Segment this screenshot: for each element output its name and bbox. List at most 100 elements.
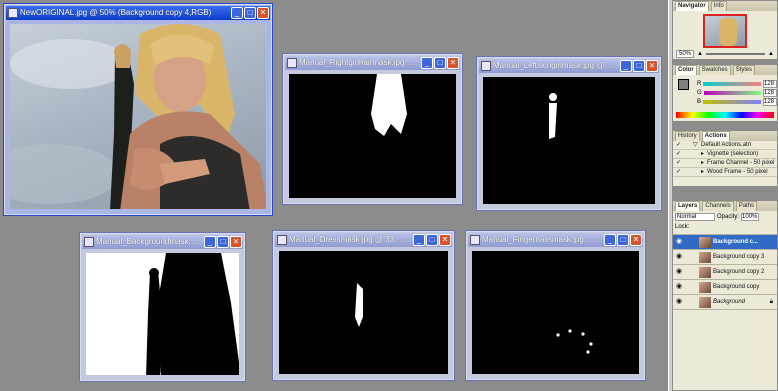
minimize-button[interactable]: _: [620, 60, 632, 72]
title-bar[interactable]: Manual_Fingernailsmask.jpg @ 33.3% (... …: [468, 233, 643, 247]
expand-icon[interactable]: ▸: [701, 168, 704, 176]
layer-row[interactable]: ◉ Background copy 3: [673, 250, 777, 265]
tab-layers[interactable]: Layers: [675, 201, 701, 211]
check-icon[interactable]: ✓: [676, 168, 681, 176]
minimize-button[interactable]: _: [421, 57, 433, 69]
tab-actions[interactable]: Actions: [701, 131, 730, 141]
layer-thumbnail: [699, 267, 711, 278]
layer-row[interactable]: ◉ Background c...: [673, 235, 777, 250]
layer-thumbnail: [699, 282, 711, 293]
zoom-out-icon[interactable]: ▲: [697, 51, 703, 57]
window-hair-mask[interactable]: Manual_Rightgirlhairmask.jpg @ 33.3% (..…: [282, 53, 463, 205]
close-button[interactable]: ✕: [257, 7, 269, 19]
minimize-button[interactable]: _: [204, 236, 216, 248]
mask-canvas[interactable]: [472, 251, 639, 374]
eye-icon[interactable]: ◉: [676, 268, 684, 276]
layer-row[interactable]: ◉ Background copy 2: [673, 265, 777, 280]
tab-info[interactable]: Info: [710, 1, 727, 11]
maximize-button[interactable]: □: [217, 236, 229, 248]
opacity-value[interactable]: 100%: [741, 213, 760, 221]
window-dress-mask[interactable]: Manual_Dressmask.jpg @ 33.3% (RGB) _ □ ✕: [272, 230, 455, 381]
action-item[interactable]: ✓ ▸ Vignette (selection): [673, 150, 777, 159]
close-button[interactable]: ✕: [230, 236, 242, 248]
title-bar[interactable]: Manual_Dressmask.jpg @ 33.3% (RGB) _ □ ✕: [275, 233, 452, 247]
color-ramp[interactable]: [676, 112, 774, 118]
action-item[interactable]: ✓ ▸ Frame Channel - 50 pixel: [673, 159, 777, 168]
layer-row[interactable]: ◉ Background 🔒︎: [673, 295, 777, 310]
maximize-button[interactable]: □: [426, 234, 438, 246]
check-icon[interactable]: ✓: [676, 141, 681, 149]
close-button[interactable]: ✕: [447, 57, 459, 69]
maximize-button[interactable]: □: [617, 234, 629, 246]
color-palette[interactable]: Color Swatches Styles R 128 G 128 B 128: [672, 64, 778, 122]
skin-mask-shape: [549, 93, 557, 139]
r-value[interactable]: 128: [763, 79, 777, 88]
tab-paths[interactable]: Paths: [735, 201, 758, 211]
title-bar[interactable]: Manual_Leftskingirlmask.jpg @ 33.3% (...…: [479, 59, 659, 73]
dress-mask-shape: [355, 283, 363, 327]
window-background-mask[interactable]: Manual_Backgroundmask.jpg @ 33.3% (... _…: [79, 232, 246, 382]
expand-icon[interactable]: ▸: [701, 159, 704, 167]
tab-navigator[interactable]: Navigator: [675, 1, 709, 11]
eye-icon[interactable]: ◉: [676, 238, 684, 246]
minimize-button[interactable]: _: [604, 234, 616, 246]
g-value[interactable]: 128: [763, 88, 777, 97]
zoom-in-icon[interactable]: ▲: [768, 51, 774, 57]
action-item[interactable]: ✓ ▽ Default Actions.atn: [673, 141, 777, 150]
layer-row[interactable]: ◉ Background copy: [673, 280, 777, 295]
zoom-slider[interactable]: [705, 53, 766, 55]
hair-mask-shape: [371, 74, 407, 136]
navigator-palette[interactable]: Navigator Info 50% ▲ ▲: [672, 0, 778, 60]
maximize-button[interactable]: □: [633, 60, 645, 72]
palette-tabs: Layers Channels Paths: [673, 201, 777, 211]
title-bar[interactable]: Manual_Backgroundmask.jpg @ 33.3% (... _…: [82, 235, 243, 249]
eye-icon[interactable]: ◉: [676, 253, 684, 261]
layer-thumbnail: [699, 252, 711, 263]
title-bar[interactable]: NewORIGINAL.jpg @ 50% (Background copy 4…: [6, 6, 270, 20]
opacity-label: Opacity:: [717, 214, 740, 220]
b-label: B: [697, 98, 702, 105]
tab-styles[interactable]: Styles: [732, 65, 756, 75]
window-fingernails-mask[interactable]: Manual_Fingernailsmask.jpg @ 33.3% (... …: [465, 230, 646, 381]
title-bar[interactable]: Manual_Rightgirlhairmask.jpg @ 33.3% (..…: [285, 56, 460, 70]
mask-canvas[interactable]: [279, 251, 448, 374]
minimize-button[interactable]: _: [413, 234, 425, 246]
r-slider[interactable]: [703, 81, 761, 86]
photo-canvas[interactable]: [10, 24, 266, 209]
lock-label: Lock:: [675, 224, 690, 230]
navigator-thumbnail[interactable]: [703, 14, 747, 48]
b-value[interactable]: 128: [763, 97, 777, 106]
close-button[interactable]: ✕: [630, 234, 642, 246]
expand-icon[interactable]: ▸: [701, 150, 704, 158]
r-label: R: [697, 80, 702, 87]
lock-icon: 🔒︎: [769, 299, 773, 305]
tab-color[interactable]: Color: [675, 65, 697, 75]
tab-swatches[interactable]: Swatches: [698, 65, 731, 75]
window-original[interactable]: NewORIGINAL.jpg @ 50% (Background copy 4…: [3, 3, 273, 216]
actions-palette[interactable]: History Actions ✓ ▽ Default Actions.atn ✓ ▸…: [672, 130, 778, 187]
maximize-button[interactable]: □: [244, 7, 256, 19]
mask-canvas[interactable]: [483, 77, 655, 204]
layer-thumbnail: [699, 237, 711, 248]
blend-mode-select[interactable]: Normal: [675, 213, 715, 221]
check-icon[interactable]: ✓: [676, 159, 681, 167]
zoom-value[interactable]: 50%: [676, 50, 695, 58]
mask-canvas[interactable]: [289, 74, 456, 198]
layers-palette[interactable]: Layers Channels Paths Normal Opacity: 10…: [672, 200, 778, 391]
b-slider[interactable]: [703, 99, 761, 104]
action-item[interactable]: ✓ ▸ Wood Frame - 50 pixel: [673, 168, 777, 177]
g-slider[interactable]: [703, 90, 761, 95]
maximize-button[interactable]: □: [434, 57, 446, 69]
eye-icon[interactable]: ◉: [676, 283, 684, 291]
background-mask-shape: [146, 253, 239, 375]
close-button[interactable]: ✕: [646, 60, 658, 72]
window-leftskin-mask[interactable]: Manual_Leftskingirlmask.jpg @ 33.3% (...…: [476, 56, 662, 211]
tab-history[interactable]: History: [675, 131, 700, 141]
foreground-swatch[interactable]: [678, 79, 689, 90]
minimize-button[interactable]: _: [231, 7, 243, 19]
eye-icon[interactable]: ◉: [676, 298, 684, 306]
check-icon[interactable]: ✓: [676, 150, 681, 158]
close-button[interactable]: ✕: [439, 234, 451, 246]
tab-channels[interactable]: Channels: [702, 201, 734, 211]
mask-canvas[interactable]: [86, 253, 239, 375]
